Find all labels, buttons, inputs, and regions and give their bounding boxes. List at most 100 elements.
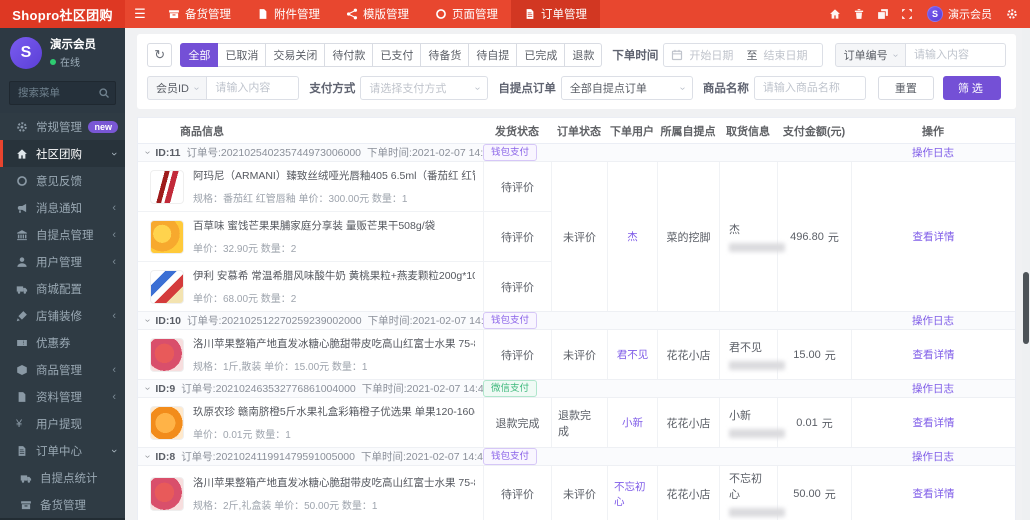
refresh-button[interactable]: ↻ <box>147 43 172 67</box>
product-image[interactable] <box>150 170 184 204</box>
sidebar-item-withdraw[interactable]: ¥用户提现 <box>0 410 125 437</box>
view-detail-link[interactable]: 查看详情 <box>913 486 955 501</box>
chevron-left-icon: ‹ <box>112 202 116 214</box>
collapse-icon[interactable]: › <box>142 387 153 390</box>
collapse-icon[interactable]: › <box>142 455 153 458</box>
order-no: 订单号:202102512270259239002000 <box>187 313 362 328</box>
status-tab-all[interactable]: 全部 <box>180 43 218 67</box>
circle-icon <box>435 8 447 20</box>
order-no-select[interactable]: 订单编号› <box>835 43 906 67</box>
product-image[interactable] <box>150 338 184 372</box>
sidebar-item-community[interactable]: 社区团购› <box>0 140 125 167</box>
product-image[interactable] <box>150 220 184 254</box>
scrollbar-thumb[interactable] <box>1023 272 1029 344</box>
gear-icon[interactable] <box>1000 8 1024 20</box>
operation-log-link[interactable]: 操作日志 <box>912 147 954 159</box>
operation-log-link[interactable]: 操作日志 <box>912 315 954 327</box>
sidebar-toggle-icon[interactable]: ☰ <box>125 0 155 28</box>
order-group-row[interactable]: › ID:8 订单号:202102411991479591005000 下单时间… <box>138 448 1015 466</box>
status-tab-cancelled[interactable]: 已取消 <box>218 43 266 67</box>
clone-icon[interactable] <box>871 8 895 20</box>
filter-button[interactable]: 筛选 <box>943 76 1001 100</box>
sidebar-item-data-manage[interactable]: 资料管理‹ <box>0 383 125 410</box>
order-id: ID:8 <box>155 451 175 463</box>
buyer-link[interactable]: 不忘初心 <box>614 479 651 509</box>
archive-icon <box>20 499 32 511</box>
order-detail-rows: 阿玛尼（ARMANI）臻致丝绒哑光唇釉405 6.5ml（番茄红 红管唇釉 口红… <box>138 162 1015 312</box>
sidebar-item-pickup-manage[interactable]: 自提点管理‹ <box>0 221 125 248</box>
view-detail-link[interactable]: 查看详情 <box>913 347 955 362</box>
pickup-name: 不忘初心 <box>729 470 771 502</box>
order-no: 订单号:202102540235744973006000 <box>186 145 361 160</box>
order-time: 下单时间:2021-02-07 14:41:19 <box>361 449 483 464</box>
status-tab-to-stock[interactable]: 待备货 <box>421 43 469 67</box>
chevron-left-icon: ‹ <box>112 229 116 241</box>
view-detail-link[interactable]: 查看详情 <box>913 415 955 430</box>
product-title: 百草味 蜜饯芒果果脯家庭分享装 量贩芒果干508g/袋 <box>193 218 435 233</box>
collapse-icon[interactable]: › <box>142 319 153 322</box>
product-image[interactable] <box>150 270 184 304</box>
member-id-select[interactable]: 会员ID› <box>147 76 207 100</box>
pickup-point: 花花小店 <box>657 330 719 379</box>
buyer-link[interactable]: 君不见 <box>617 347 649 362</box>
status-tab-to-pickup[interactable]: 待自提 <box>469 43 517 67</box>
product-image[interactable] <box>150 477 184 511</box>
trash-icon[interactable] <box>847 8 871 20</box>
member-id-input[interactable] <box>207 76 299 100</box>
status-tab-refund[interactable]: 退款 <box>565 43 602 67</box>
sidebar-item-goods-manage[interactable]: 商品管理‹ <box>0 356 125 383</box>
nav-tab-label: 模版管理 <box>363 6 409 22</box>
status-tab-unpaid[interactable]: 待付款 <box>325 43 373 67</box>
sidebar-item-stock-manage[interactable]: 备货管理 <box>0 491 125 518</box>
sidebar-item-user-manage[interactable]: 用户管理‹ <box>0 248 125 275</box>
nav-tab-page[interactable]: 页面管理 <box>422 0 511 28</box>
product-title: 洛川苹果整箱产地直发冰糖心脆甜带皮吃高山红富士水果 75-80mm精品果带箱5斤… <box>193 336 475 351</box>
sidebar-item-pickup-stats[interactable]: 自提点统计 <box>0 464 125 491</box>
buyer-link[interactable]: 杰 <box>627 229 638 244</box>
fullscreen-icon[interactable] <box>895 8 919 20</box>
status-tab-finished[interactable]: 已完成 <box>517 43 565 67</box>
order-no-input[interactable] <box>906 43 1006 67</box>
date-range-picker[interactable]: 开始日期 至 结束日期 <box>663 43 822 67</box>
order-group-row[interactable]: › ID:10 订单号:202102512270259239002000 下单时… <box>138 312 1015 330</box>
product-image[interactable] <box>150 406 184 440</box>
sidebar-item-coupon[interactable]: 优惠券 <box>0 329 125 356</box>
pickup-order-select[interactable]: 全部自提点订单› <box>561 76 693 100</box>
home-icon[interactable] <box>823 8 847 20</box>
operation-log-link[interactable]: 操作日志 <box>912 383 954 395</box>
order-group-row[interactable]: › ID:9 订单号:202102463532776861004000 下单时间… <box>138 380 1015 398</box>
sidebar-item-shop-decorate[interactable]: 店铺装修‹ <box>0 302 125 329</box>
nav-tab-stock[interactable]: 备货管理 <box>155 0 244 28</box>
avatar[interactable]: S <box>10 37 42 69</box>
filter-row-status: ↻ 全部 已取消 交易关闭 待付款 已支付 待备货 待自提 已完成 退款 下单时… <box>147 43 1006 67</box>
product-name-input[interactable] <box>754 76 866 100</box>
status-tab-paid[interactable]: 已支付 <box>373 43 421 67</box>
operation-log-link[interactable]: 操作日志 <box>912 451 954 463</box>
nav-tab-template[interactable]: 模版管理 <box>333 0 422 28</box>
reset-button[interactable]: 重置 <box>878 76 934 100</box>
status-tab-closed[interactable]: 交易关闭 <box>266 43 325 67</box>
vertical-scrollbar[interactable] <box>1022 28 1030 520</box>
pickup-info: 不忘初心 <box>719 466 777 520</box>
col-header-ship-status: 发货状态 <box>483 123 551 139</box>
product-meta: 规格：番茄红 红管唇釉 单价：300.00元 数量：1 <box>193 190 475 205</box>
collapse-icon[interactable]: › <box>142 151 153 154</box>
order-group-row[interactable]: › ID:11 订单号:202102540235744973006000 下单时… <box>138 144 1015 162</box>
buyer-link[interactable]: 小新 <box>622 415 643 430</box>
sidebar-item-general[interactable]: 常规管理new <box>0 113 125 140</box>
nav-tab-attachment[interactable]: 附件管理 <box>244 0 333 28</box>
navbar-user-menu[interactable]: S 演示会员 <box>919 6 1000 22</box>
gear-icon <box>16 121 28 133</box>
sidebar-item-mall-config[interactable]: 商城配置 <box>0 275 125 302</box>
sidebar-item-feedback[interactable]: 意见反馈 <box>0 167 125 194</box>
ship-status: 待评价 <box>483 211 551 261</box>
sidebar-item-notice[interactable]: 消息通知‹ <box>0 194 125 221</box>
nav-tab-order[interactable]: 订单管理 <box>511 0 600 28</box>
brand-logo[interactable]: Shopro社区团购 <box>0 0 125 28</box>
blurred-phone <box>729 243 785 252</box>
chevron-down-icon: › <box>890 53 901 56</box>
view-detail-link[interactable]: 查看详情 <box>913 229 955 244</box>
pay-method-select[interactable]: 请选择支付方式› <box>360 76 488 100</box>
pay-amount: 0.01元 <box>777 398 851 447</box>
sidebar-item-order-center[interactable]: 订单中心› <box>0 437 125 464</box>
